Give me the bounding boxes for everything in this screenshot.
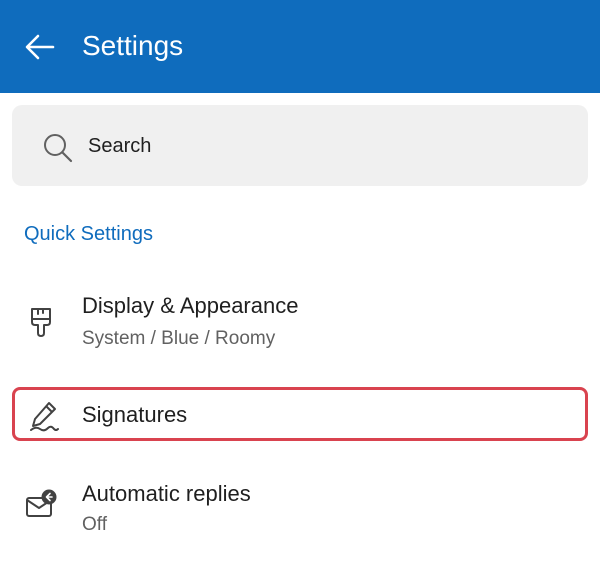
settings-screen: Settings Search Quick Settings Display &… [0, 0, 600, 580]
settings-item-automatic-replies[interactable]: Automatic replies Off [0, 470, 600, 550]
settings-item-title: Automatic replies [82, 481, 251, 506]
app-header: Settings [0, 0, 600, 93]
search-bar[interactable]: Search [12, 105, 588, 186]
auto-reply-envelope-icon [26, 489, 57, 517]
settings-item-subtitle: Off [82, 514, 107, 535]
paintbrush-icon [31, 308, 51, 337]
back-button[interactable] [20, 27, 60, 67]
page-title: Settings [82, 30, 184, 61]
search-icon [44, 134, 73, 163]
settings-item-display-appearance[interactable]: Display & Appearance System / Blue / Roo… [0, 285, 600, 365]
settings-item-signatures[interactable]: Signatures [12, 387, 588, 441]
signature-pen-icon [30, 402, 59, 432]
settings-item-title: Display & Appearance [82, 293, 299, 318]
settings-item-title: Signatures [82, 402, 188, 427]
section-title-quick-settings: Quick Settings [24, 223, 153, 245]
arrow-left-icon [25, 34, 55, 60]
settings-item-subtitle: System / Blue / Roomy [82, 328, 276, 349]
search-label: Search [88, 135, 152, 157]
